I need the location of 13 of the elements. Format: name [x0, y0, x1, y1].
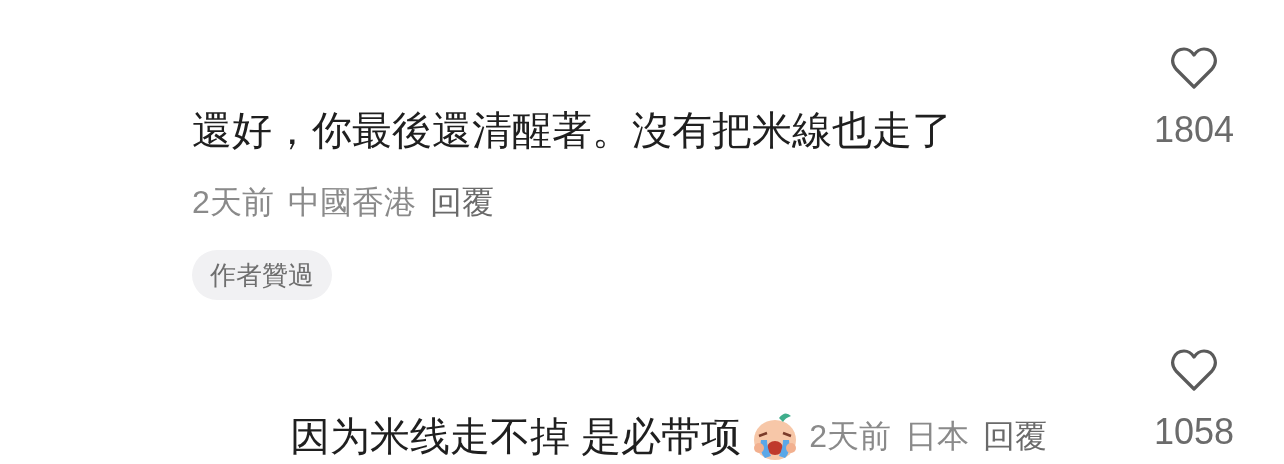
like-count: 1804 — [1153, 108, 1235, 152]
comment-text: 因为米线走不掉 是必带项 — [290, 414, 742, 458]
comment-time: 2天前 — [192, 183, 274, 222]
comment-text: 還好，你最後還清醒著。沒有把米線也走了 — [192, 108, 952, 152]
comment-time: 2天前 — [809, 417, 891, 456]
author-liked-badge: 作者贊過 — [192, 250, 332, 300]
reply-link[interactable]: 回覆 — [429, 182, 494, 222]
comment-location: 中國香港 — [287, 183, 416, 222]
heart-icon[interactable] — [1170, 45, 1218, 91]
comment-location: 日本 — [904, 417, 969, 456]
heart-icon[interactable] — [1170, 347, 1218, 393]
like-count: 1058 — [1153, 410, 1235, 454]
reply-link[interactable]: 回覆 — [982, 416, 1047, 456]
